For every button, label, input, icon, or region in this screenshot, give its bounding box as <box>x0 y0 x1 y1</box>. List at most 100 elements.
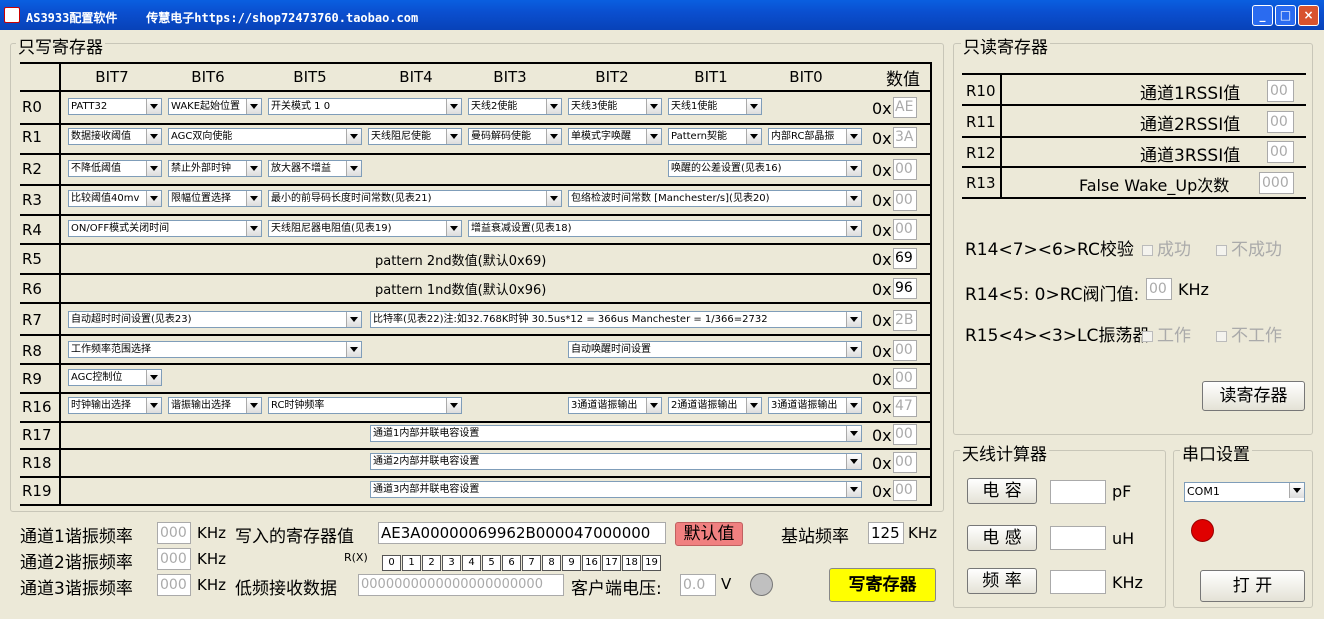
chevron-down-icon[interactable] <box>550 196 558 201</box>
chevron-down-icon[interactable] <box>350 347 358 352</box>
r16-rc-clock-select[interactable]: RC时钟频率 <box>268 397 462 414</box>
r5-value-input[interactable]: 69 <box>893 248 917 269</box>
r1-agc-select[interactable]: AGC双向使能 <box>168 128 362 145</box>
r16-clock-out-select[interactable]: 时钟输出选择 <box>68 397 162 414</box>
chevron-down-icon[interactable] <box>450 104 458 109</box>
chevron-down-icon[interactable] <box>750 134 758 139</box>
r7-bitrate-select[interactable]: 比特率(见表22)注:如32.768K时钟 30.5us*12 = 366us … <box>370 311 862 328</box>
chevron-down-icon[interactable] <box>250 104 258 109</box>
r8-hex-prefix: 0x <box>872 342 892 361</box>
r2-tolerance-select[interactable]: 唤醒的公差设置(见表16) <box>668 160 862 177</box>
r4-gain-reduction-select[interactable]: 增益衰减设置(见表18) <box>468 220 862 237</box>
chevron-down-icon[interactable] <box>450 134 458 139</box>
r1-manchester-select[interactable]: 曼码解码使能 <box>468 128 562 145</box>
write-only-legend: 只写寄存器 <box>16 33 105 58</box>
chevron-down-icon[interactable] <box>850 403 858 408</box>
r0-ant3-enable-select[interactable]: 天线3使能 <box>568 98 662 115</box>
r19-cap-select[interactable]: 通道3内部并联电容设置 <box>370 481 862 498</box>
frequency-button[interactable]: 频 率 <box>967 568 1037 594</box>
chevron-down-icon[interactable] <box>450 226 458 231</box>
chevron-down-icon[interactable] <box>850 317 858 322</box>
r0-ant1-enable-select[interactable]: 天线1使能 <box>668 98 762 115</box>
r18-cap-select[interactable]: 通道2内部并联电容设置 <box>370 453 862 470</box>
chevron-down-icon[interactable] <box>150 134 158 139</box>
capacitance-input[interactable] <box>1050 480 1106 504</box>
chevron-down-icon[interactable] <box>450 403 458 408</box>
volt-unit: V <box>721 575 732 593</box>
chevron-down-icon[interactable] <box>150 104 158 109</box>
r3-limiter-select[interactable]: 限幅位置选择 <box>168 190 262 207</box>
chevron-down-icon[interactable] <box>850 134 858 139</box>
r9-agc-control-select[interactable]: AGC控制位 <box>68 369 162 386</box>
inductance-button[interactable]: 电 感 <box>967 525 1037 551</box>
r16-ch3b-out-select[interactable]: 3通道谐振输出 <box>768 397 862 414</box>
minimize-button[interactable]: _ <box>1252 5 1273 26</box>
chevron-down-icon[interactable] <box>850 196 858 201</box>
chevron-down-icon[interactable] <box>350 134 358 139</box>
r6-value-input[interactable]: 96 <box>893 278 917 299</box>
open-port-button[interactable]: 打 开 <box>1200 570 1305 602</box>
chevron-down-icon[interactable] <box>250 196 258 201</box>
r7-timeout-select[interactable]: 自动超时时间设置(见表23) <box>68 311 362 328</box>
frequency-input[interactable] <box>1050 570 1106 594</box>
r2-ext-clock-select[interactable]: 禁止外部时钟 <box>168 160 262 177</box>
r1-damper-select[interactable]: 天线阻尼使能 <box>368 128 462 145</box>
r1-single-pattern-select[interactable]: 单模式字唤醒 <box>568 128 662 145</box>
read-register-button[interactable]: 读寄存器 <box>1202 381 1305 411</box>
capacitance-button[interactable]: 电 容 <box>967 478 1037 504</box>
r8-auto-wake-select[interactable]: 自动唤醒时间设置 <box>568 341 862 358</box>
chevron-down-icon[interactable] <box>650 104 658 109</box>
r4-onoff-select[interactable]: ON/OFF模式关闭时间 <box>68 220 262 237</box>
chevron-down-icon[interactable] <box>850 347 858 352</box>
r3-envelope-select[interactable]: 包络检波时间常数 [Manchester/s](见表20) <box>568 190 862 207</box>
chevron-down-icon[interactable] <box>250 166 258 171</box>
r0-switch-mode-select[interactable]: 开关模式 1 0 <box>268 98 462 115</box>
r1-pattern-select[interactable]: Pattern契能 <box>668 128 762 145</box>
inductance-input[interactable] <box>1050 526 1106 550</box>
r2-amp-gain-select[interactable]: 放大器不增益 <box>268 160 362 177</box>
maximize-button[interactable]: □ <box>1275 5 1296 26</box>
chevron-down-icon[interactable] <box>850 226 858 231</box>
chevron-down-icon[interactable] <box>350 317 358 322</box>
r17-cap-select[interactable]: 通道1内部并联电容设置 <box>370 425 862 442</box>
r1-rx-threshold-select[interactable]: 数据接收阈值 <box>68 128 162 145</box>
chevron-down-icon[interactable] <box>1293 488 1301 493</box>
r3-compare-threshold-select[interactable]: 比较阈值40mv <box>68 190 162 207</box>
r2-threshold-select[interactable]: 不降低阈值 <box>68 160 162 177</box>
chevron-down-icon[interactable] <box>150 375 158 380</box>
r4-damper-res-select[interactable]: 天线阻尼器电阻值(见表19) <box>268 220 462 237</box>
chevron-down-icon[interactable] <box>150 196 158 201</box>
r15-nowork-text: 不工作 <box>1231 326 1282 346</box>
chevron-down-icon[interactable] <box>650 134 658 139</box>
com-port-select[interactable]: COM1 <box>1184 482 1305 502</box>
chevron-down-icon[interactable] <box>850 459 858 464</box>
chevron-down-icon[interactable] <box>350 166 358 171</box>
chevron-down-icon[interactable] <box>250 226 258 231</box>
r16-ch3-out-select[interactable]: 3通道谐振输出 <box>568 397 662 414</box>
r0-patt32-select[interactable]: PATT32 <box>68 98 162 115</box>
chevron-down-icon[interactable] <box>850 166 858 171</box>
r3-preamble-select[interactable]: 最小的前导码长度时间常数(见表21) <box>268 190 562 207</box>
chevron-down-icon[interactable] <box>550 134 558 139</box>
write-register-button[interactable]: 写寄存器 <box>829 568 936 602</box>
r0-wake-start-select[interactable]: WAKE起始位置 <box>168 98 262 115</box>
r0-ant2-enable-select[interactable]: 天线2使能 <box>468 98 562 115</box>
chevron-down-icon[interactable] <box>850 487 858 492</box>
r1-rc-osc-select[interactable]: 内部RC部晶振 <box>768 128 862 145</box>
chevron-down-icon[interactable] <box>650 403 658 408</box>
r16-resonance-out-select[interactable]: 谐振输出选择 <box>168 397 262 414</box>
chevron-down-icon[interactable] <box>850 431 858 436</box>
chevron-down-icon[interactable] <box>550 104 558 109</box>
chevron-down-icon[interactable] <box>250 403 258 408</box>
base-freq-input[interactable]: 125 <box>868 522 904 544</box>
chevron-down-icon[interactable] <box>150 403 158 408</box>
close-button[interactable]: × <box>1298 5 1319 26</box>
row-label-r3: R3 <box>22 191 42 209</box>
chevron-down-icon[interactable] <box>150 166 158 171</box>
default-button[interactable]: 默认值 <box>675 522 743 546</box>
r16-ch2-out-select[interactable]: 2通道谐振输出 <box>668 397 762 414</box>
chevron-down-icon[interactable] <box>750 104 758 109</box>
chevron-down-icon[interactable] <box>750 403 758 408</box>
r-cell: 8 <box>542 555 561 571</box>
r8-freq-range-select[interactable]: 工作频率范围选择 <box>68 341 362 358</box>
